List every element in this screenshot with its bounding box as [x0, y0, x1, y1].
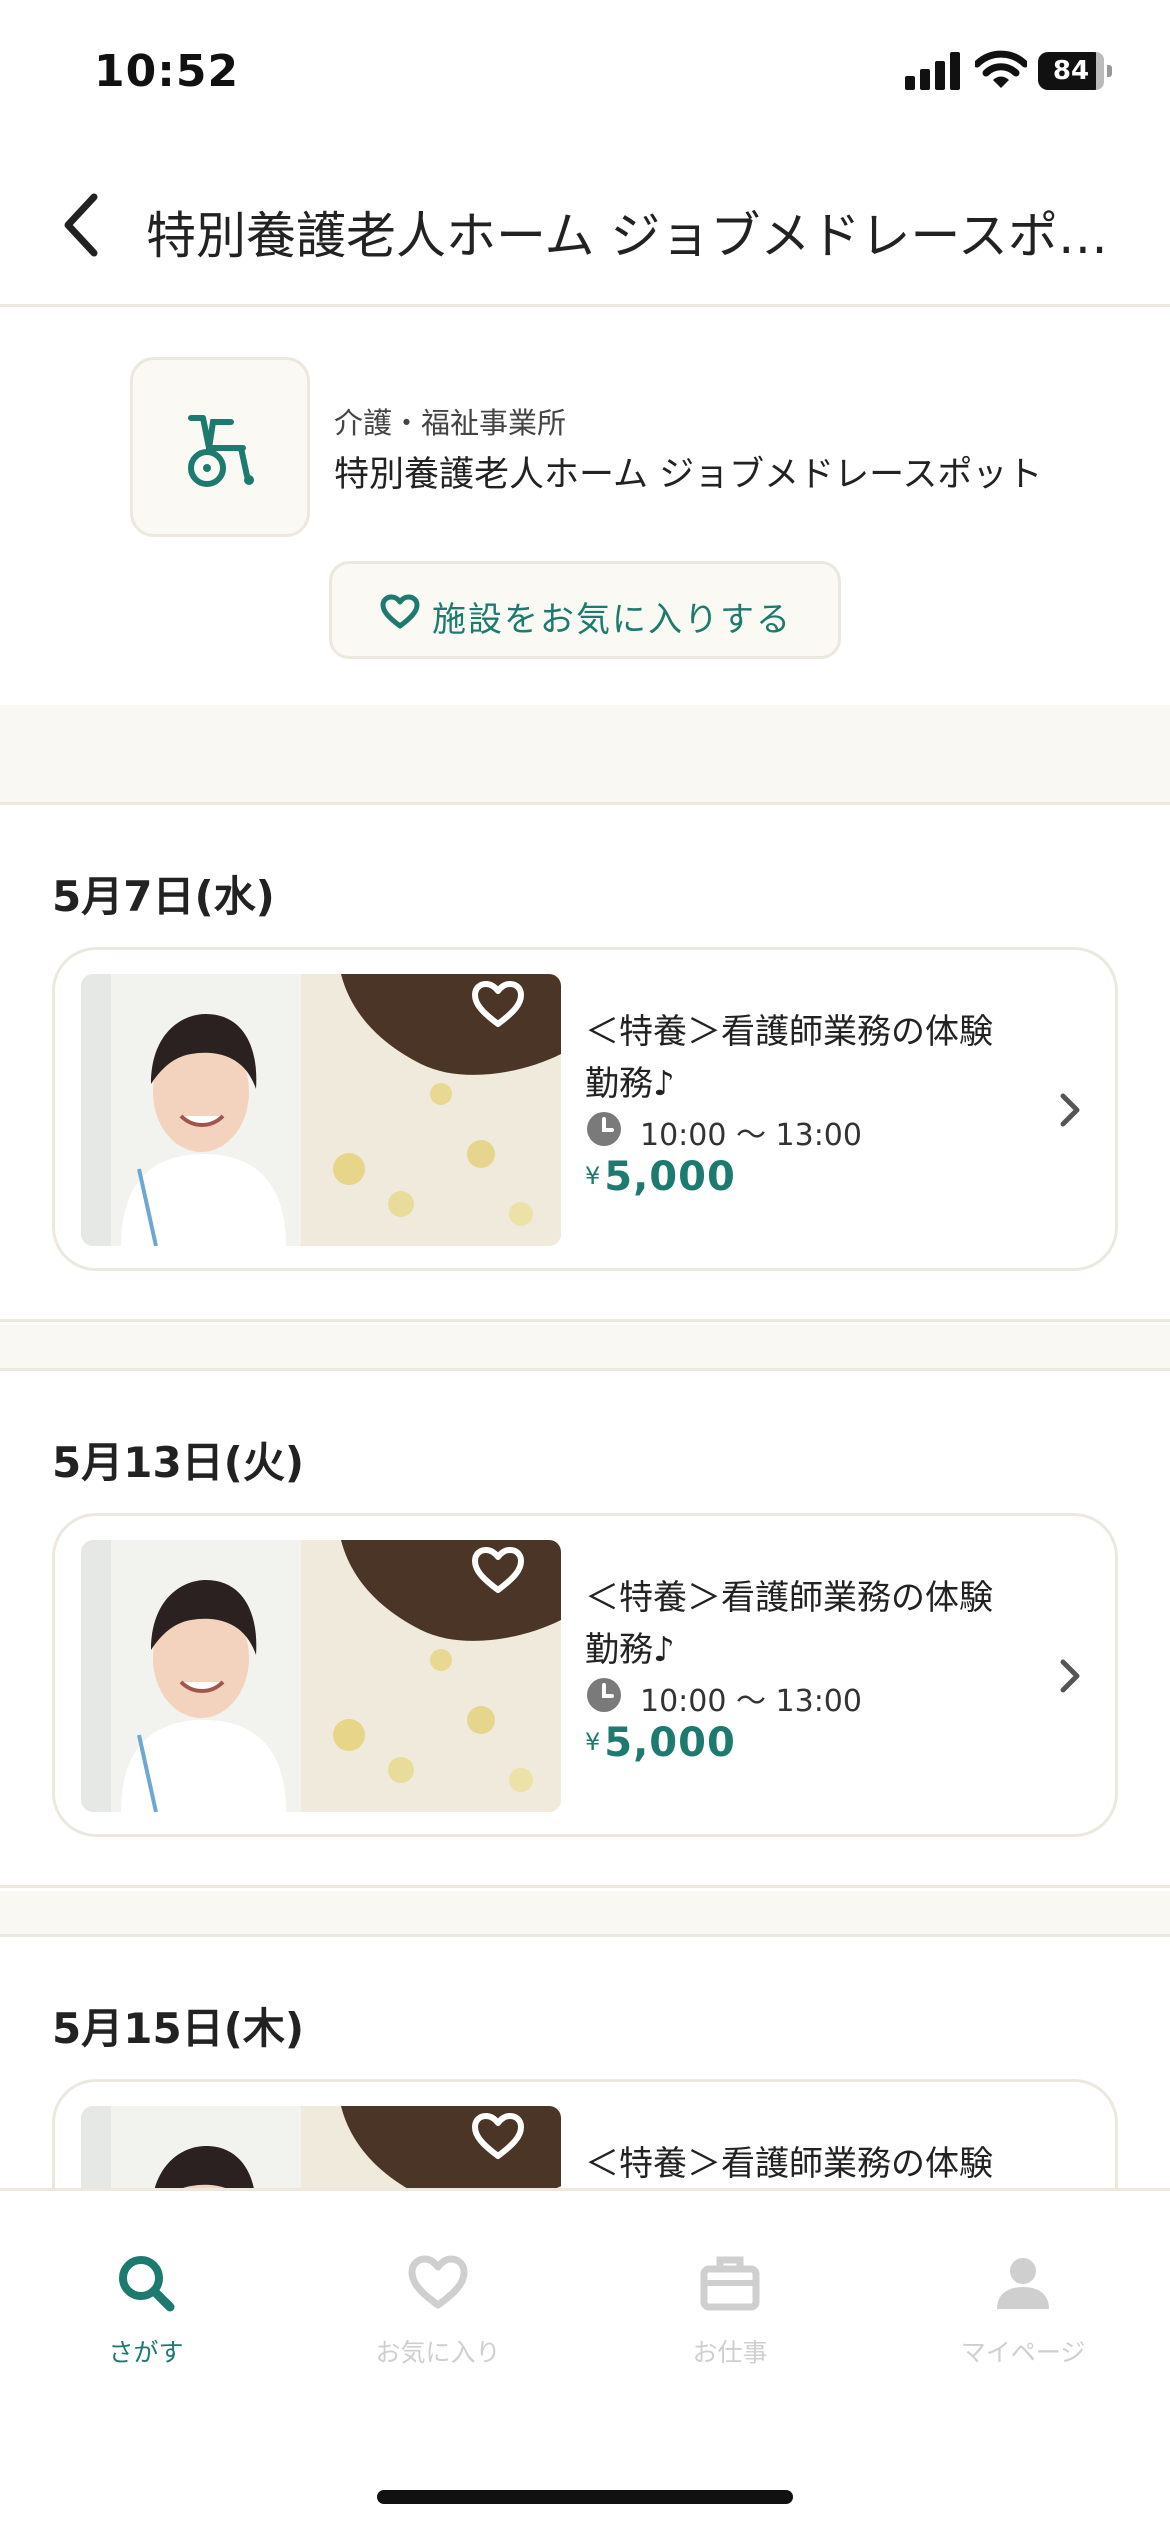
heart-icon[interactable]	[470, 980, 526, 1030]
tab-mypage[interactable]: マイページ	[903, 2251, 1143, 2391]
day-date: 5月15日(木)	[52, 2004, 305, 2053]
job-title: ＜特養＞看護師業務の体験	[585, 2144, 993, 2184]
wheelchair-icon	[188, 415, 254, 487]
tab-bar: さがす お気に入り お仕事 マイページ	[0, 2188, 1170, 2532]
battery-icon: 84	[1038, 52, 1112, 90]
section-separator	[0, 1891, 1170, 1936]
tab-label: お仕事	[692, 2338, 768, 2367]
page-title: 特別養護老人ホーム ジョブメドレースポ…	[146, 207, 1108, 265]
tab-search[interactable]: さがす	[26, 2251, 266, 2391]
back-button[interactable]	[50, 185, 120, 265]
clock-icon	[587, 1112, 621, 1146]
heart-icon[interactable]	[470, 1546, 526, 1596]
facility-header: 介護・福祉事業所 特別養護老人ホーム ジョブメドレースポット 施設をお気に入りす…	[0, 310, 1170, 705]
tab-label: お気に入り	[375, 2338, 501, 2367]
chevron-right-icon	[1060, 1659, 1080, 1693]
chevron-left-icon	[64, 193, 98, 257]
tab-jobs[interactable]: お仕事	[610, 2251, 850, 2391]
briefcase-icon	[700, 2256, 760, 2311]
section-separator	[0, 705, 1170, 805]
favorite-facility-button[interactable]: 施設をお気に入りする	[329, 561, 841, 659]
tab-favorites[interactable]: お気に入り	[318, 2251, 558, 2391]
currency-symbol: ¥	[585, 1728, 601, 1756]
job-title: ＜特養＞看護師業務の体験勤務♪	[585, 1578, 993, 1670]
chevron-right-icon	[1060, 1093, 1080, 1127]
job-wage: ¥5,000	[585, 1154, 736, 1200]
wage-amount: 5,000	[604, 1720, 736, 1766]
clock-icon	[587, 1678, 621, 1712]
favorite-facility-label: 施設をお気に入りする	[432, 600, 792, 640]
heart-outline-icon	[380, 594, 420, 629]
section-separator	[0, 1325, 1170, 1370]
status-time: 10:52	[94, 46, 240, 97]
status-bar: 10:52 84	[0, 0, 1170, 150]
search-icon	[119, 2256, 175, 2312]
cellular-signal-icon	[905, 52, 961, 90]
facility-category: 介護・福祉事業所	[334, 406, 567, 440]
facility-name: 特別養護老人ホーム ジョブメドレースポット	[334, 455, 1043, 495]
battery-level: 84	[1052, 56, 1090, 86]
heart-icon	[408, 2255, 468, 2309]
heart-icon[interactable]	[470, 2112, 526, 2162]
job-card[interactable]: ＜特養＞看護師業務の体験勤務♪ 10:00 〜 13:00 ¥5,000	[52, 947, 1118, 1271]
currency-symbol: ¥	[585, 1162, 601, 1190]
job-title: ＜特養＞看護師業務の体験勤務♪	[585, 1012, 993, 1104]
wifi-icon	[973, 50, 1029, 90]
day-section: 5月13日(火) ＜特養＞看護師業務の体験勤務♪ 10:00 〜 13:00 ¥…	[0, 1368, 1170, 1888]
job-time: 10:00 〜 13:00	[640, 1684, 862, 1719]
day-section: 5月7日(水) ＜特養＞看護師業務の体験勤務♪ 10:00 〜 13:00 ¥ …	[0, 802, 1170, 1322]
tab-label: さがす	[108, 2338, 184, 2367]
job-wage: ¥5,000	[585, 1720, 736, 1766]
navigation-bar: 特別養護老人ホーム ジョブメドレースポ…	[0, 150, 1170, 307]
facility-icon-box	[130, 357, 310, 537]
wage-amount: 5,000	[604, 1154, 736, 1200]
day-date: 5月13日(火)	[52, 1438, 305, 1487]
home-indicator[interactable]	[377, 2490, 793, 2504]
day-date: 5月7日(水)	[52, 872, 275, 921]
job-time: 10:00 〜 13:00	[640, 1118, 862, 1153]
tab-label: マイページ	[960, 2338, 1086, 2367]
job-card[interactable]: ＜特養＞看護師業務の体験勤務♪ 10:00 〜 13:00 ¥5,000	[52, 1513, 1118, 1837]
person-icon	[997, 2258, 1049, 2309]
